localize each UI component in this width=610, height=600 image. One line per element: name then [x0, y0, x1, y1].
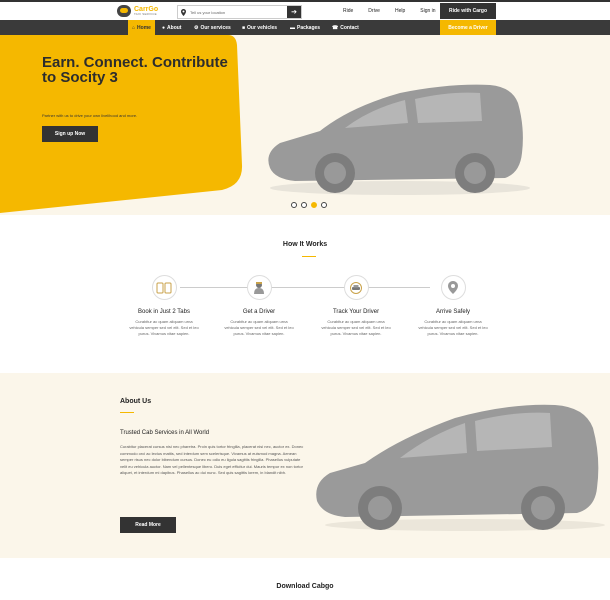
hero-title: Earn. Connect. Contribute to Socity 3 — [42, 54, 228, 86]
hero-subtitle: Partner with us to drive your own liveli… — [42, 113, 138, 118]
slider-dot-3[interactable] — [311, 202, 317, 208]
about-text: Curabitur placerat cursus nisi nec phare… — [120, 444, 304, 475]
arrow-right-icon[interactable]: ➔ — [287, 6, 301, 18]
step-arrive: Arrive Safely Curabitur ac quam aliquam … — [413, 275, 493, 337]
nav-label: Home — [137, 24, 151, 31]
hero-car-image — [268, 84, 530, 195]
become-driver-button[interactable]: Become a Driver — [440, 20, 496, 35]
read-more-button[interactable]: Read More — [120, 517, 176, 533]
about-subtitle: Trusted Cab Services in All World — [120, 430, 210, 436]
top-link-drive[interactable]: Drive — [368, 8, 380, 14]
nav-item-vehicles[interactable]: ■ Our vehicles — [242, 20, 277, 35]
slider-dot-4[interactable] — [321, 202, 327, 208]
top-link-help[interactable]: Help — [395, 8, 405, 14]
download-title: Download Cabgo — [276, 583, 334, 590]
nav-label: About — [167, 24, 182, 31]
top-bar: CarrGo TAXI SERVICE Tell us your locatio… — [0, 0, 610, 20]
nav-label: Our services — [200, 24, 231, 31]
step-title: Book in Just 2 Tabs — [138, 309, 190, 315]
nav-label: Our vehicles — [247, 24, 278, 31]
how-it-works-title: How It Works — [282, 241, 328, 248]
about-car-image — [316, 404, 605, 531]
nav-item-contact[interactable]: ☎ Contact — [332, 20, 359, 35]
step-title: Get a Driver — [242, 309, 276, 315]
logo-tagline: TAXI SERVICE — [134, 12, 157, 16]
step-title: Track Your Driver — [332, 309, 380, 315]
title-underline — [120, 412, 134, 413]
step-track: Track Your Driver Curabitur ac quam aliq… — [316, 275, 396, 337]
step-desc: Curabitur ac quam aliquam urna vehicula … — [418, 319, 488, 336]
nav-item-packages[interactable]: ▬ Packages — [290, 20, 320, 35]
home-icon: ⌂ — [132, 24, 136, 31]
main-nav: ⌂ Home ● About ⚙ Our services ■ Our vehi… — [0, 20, 610, 35]
gear-icon: ⚙ — [194, 24, 199, 31]
hero-section: Earn. Connect. Contribute to Socity 3 Pa… — [0, 35, 610, 215]
nav-label: Contact — [340, 24, 359, 31]
step-driver: Get a Driver Curabitur ac quam aliquam u… — [219, 275, 299, 337]
nav-item-home[interactable]: ⌂ Home — [128, 20, 155, 35]
location-input[interactable]: Tell us your location — [188, 10, 287, 15]
pin-icon — [178, 6, 188, 18]
download-section: Download Cabgo — [0, 558, 610, 600]
track-car-icon — [343, 275, 369, 300]
slider-dots — [291, 202, 327, 208]
top-link-sign-in[interactable]: Sign in — [420, 8, 435, 14]
nav-item-about[interactable]: ● About — [162, 20, 181, 35]
slider-dot-2[interactable] — [301, 202, 307, 208]
step-title: Arrive Safely — [435, 309, 470, 315]
car-icon: ■ — [242, 24, 246, 31]
nav-item-services[interactable]: ⚙ Our services — [194, 20, 231, 35]
page: CarrGo TAXI SERVICE Tell us your locatio… — [0, 0, 610, 600]
nav-label: Packages — [297, 24, 321, 31]
user-icon: ● — [162, 24, 166, 31]
phone-icon: ☎ — [332, 24, 339, 31]
phone-tap-icon — [151, 275, 177, 300]
sign-up-button[interactable]: Sign up Now — [42, 126, 98, 142]
step-book: Book in Just 2 Tabs Curabitur ac quam al… — [124, 275, 204, 337]
top-links: Ride Drive Help Sign in — [343, 8, 451, 14]
about-section: About Us Trusted Cab Services in All Wor… — [0, 373, 610, 558]
logo[interactable]: CarrGo TAXI SERVICE — [117, 5, 158, 17]
step-desc: Curabitur ac quam aliquam urna vehicula … — [129, 319, 199, 336]
about-title: About Us — [120, 398, 152, 405]
step-desc: Curabitur ac quam aliquam urna vehicula … — [224, 319, 294, 336]
top-link-ride[interactable]: Ride — [343, 8, 353, 14]
slider-dot-1[interactable] — [291, 202, 297, 208]
briefcase-icon: ▬ — [290, 24, 295, 31]
driver-icon — [246, 275, 272, 300]
how-it-works-section: How It Works Book in Just 2 Tabs Curabit… — [0, 215, 610, 373]
location-search: Tell us your location ➔ — [177, 5, 302, 19]
location-pin-icon — [440, 275, 466, 300]
step-desc: Curabitur ac quam aliquam urna vehicula … — [321, 319, 391, 336]
ride-with-cargo-button[interactable]: Ride with Cargo — [440, 3, 496, 19]
logo-icon — [117, 5, 131, 17]
title-underline — [302, 256, 316, 257]
